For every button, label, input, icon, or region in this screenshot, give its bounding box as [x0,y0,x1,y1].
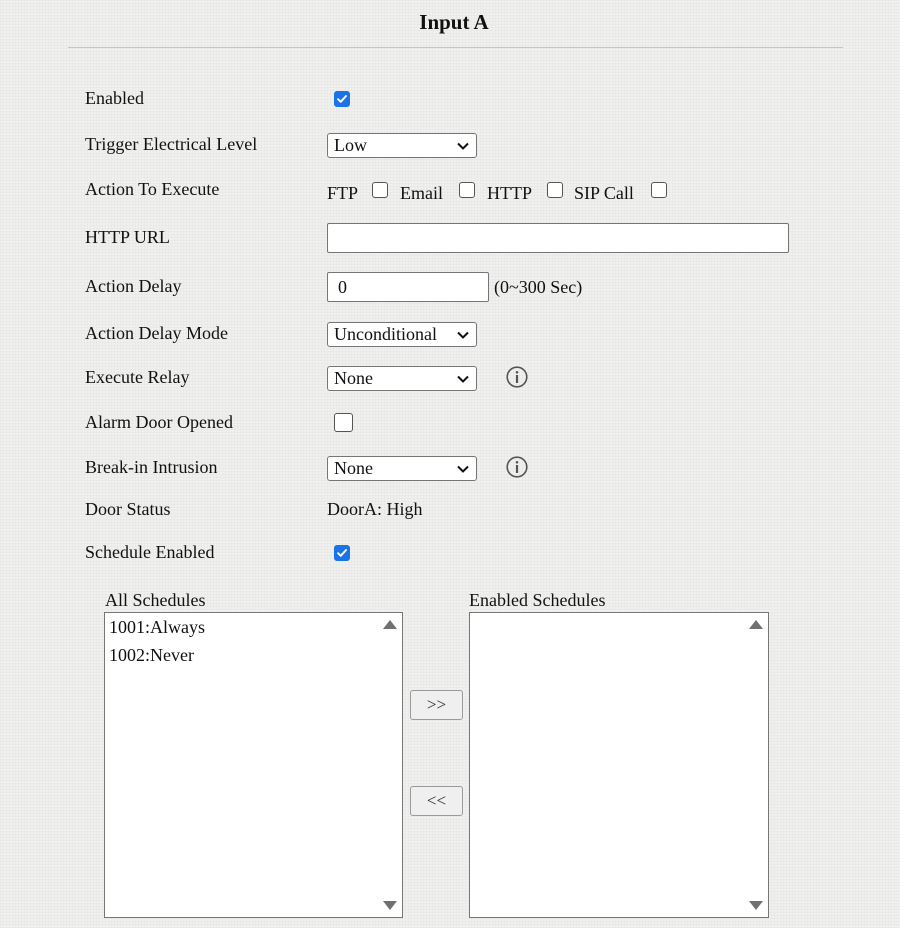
execute-relay-label: Execute Relay [85,367,190,387]
remove-schedule-button[interactable]: << [410,786,463,816]
action-delay-label: Action Delay [85,276,182,296]
break-in-intrusion-select[interactable]: None [327,456,477,481]
add-schedule-button[interactable]: >> [410,690,463,720]
ftp-checkbox[interactable] [372,182,388,198]
scroll-up-icon[interactable] [383,620,397,629]
action-delay-hint: (0~300 Sec) [494,277,583,297]
chevron-down-icon [457,142,469,150]
break-in-intrusion-label: Break-in Intrusion [85,457,218,477]
door-status-label: Door Status [85,499,171,519]
http-url-label: HTTP URL [85,227,170,247]
sip-call-label: SIP Call [574,183,634,203]
chevron-down-icon [457,331,469,339]
schedule-enabled-checkbox[interactable] [334,545,350,561]
scroll-down-icon[interactable] [383,901,397,910]
email-label: Email [400,183,443,203]
trigger-level-label: Trigger Electrical Level [85,134,258,154]
http-label: HTTP [487,183,532,203]
trigger-level-value: Low [334,135,367,155]
trigger-level-select[interactable]: Low [327,133,477,158]
enabled-checkbox[interactable] [334,91,350,107]
action-delay-input[interactable]: 0 [327,272,489,302]
http-url-input[interactable] [327,223,789,253]
list-item[interactable]: 1002:Never [105,642,402,670]
title-divider [68,47,843,48]
page-title: Input A [419,10,489,34]
enabled-schedules-label: Enabled Schedules [469,590,606,610]
sip-call-checkbox[interactable] [651,182,667,198]
schedule-enabled-label: Schedule Enabled [85,542,215,562]
alarm-door-opened-label: Alarm Door Opened [85,412,233,432]
alarm-door-opened-checkbox[interactable] [334,413,353,432]
execute-relay-value: None [334,368,373,388]
break-in-intrusion-value: None [334,458,373,478]
checkmark-icon [337,95,347,103]
action-delay-mode-value: Unconditional [334,324,437,344]
all-schedules-label: All Schedules [105,590,206,610]
list-item[interactable]: 1001:Always [105,614,402,642]
scroll-down-icon[interactable] [749,901,763,910]
checkmark-icon [337,549,347,557]
chevron-down-icon [457,375,469,383]
enabled-label: Enabled [85,88,144,108]
http-checkbox[interactable] [547,182,563,198]
info-circle-icon[interactable] [506,456,528,478]
action-delay-mode-select[interactable]: Unconditional [327,322,477,347]
ftp-label: FTP [327,183,359,203]
email-checkbox[interactable] [459,182,475,198]
door-status-value: DoorA: High [327,499,423,519]
info-circle-icon[interactable] [506,366,528,388]
scroll-up-icon[interactable] [749,620,763,629]
execute-relay-select[interactable]: None [327,366,477,391]
chevron-down-icon [457,465,469,473]
enabled-schedules-listbox[interactable] [469,612,769,918]
all-schedules-listbox[interactable]: 1001:Always 1002:Never [104,612,403,918]
action-to-execute-label: Action To Execute [85,179,220,199]
action-delay-mode-label: Action Delay Mode [85,323,228,343]
